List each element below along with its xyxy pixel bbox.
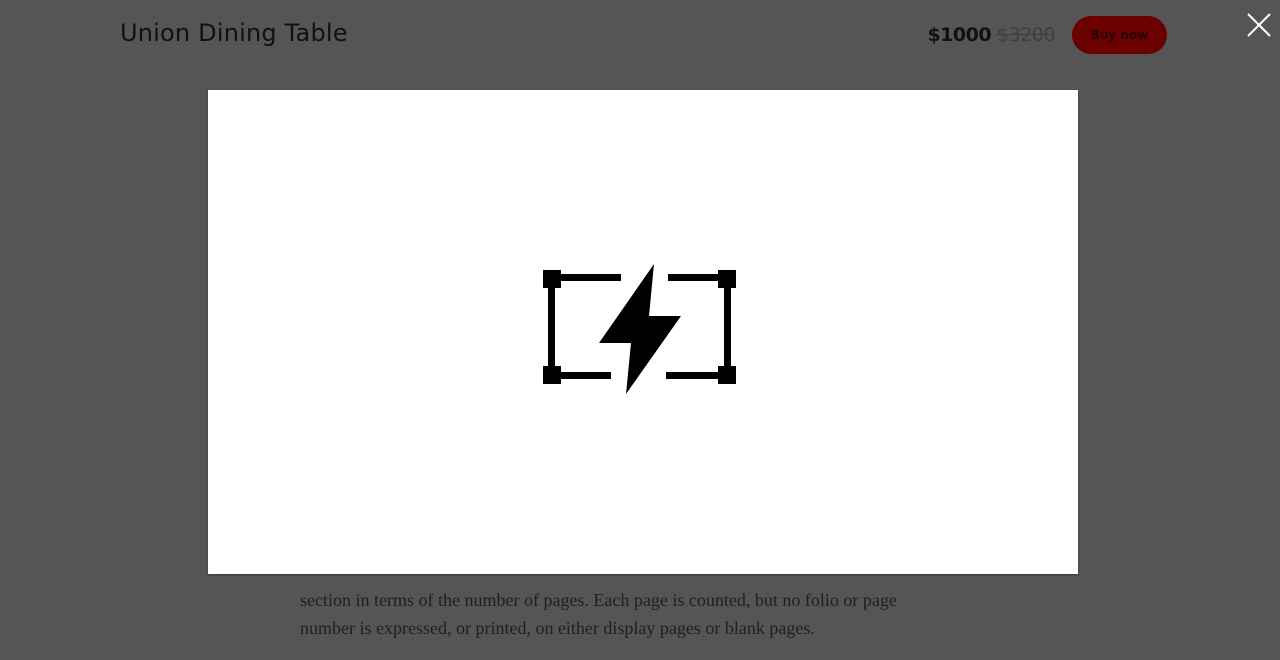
article-line: number is expressed, or printed, on eith… xyxy=(300,618,815,638)
background-article: section in terms of the number of pages.… xyxy=(300,586,1000,642)
product-header: Union Dining Table $1000 $3200 Buy now xyxy=(0,0,1280,70)
buy-now-button[interactable]: Buy now xyxy=(1072,16,1167,54)
close-button[interactable] xyxy=(1242,8,1276,42)
product-title: Union Dining Table xyxy=(120,19,348,47)
close-icon xyxy=(1247,13,1271,37)
current-price: $1000 xyxy=(927,24,992,46)
lightning-bolt-frame-icon xyxy=(543,264,736,394)
original-price: $3200 xyxy=(997,24,1055,46)
media-modal xyxy=(208,90,1078,574)
article-line: section in terms of the number of pages.… xyxy=(300,590,897,610)
price-group: $1000 $3200 xyxy=(927,24,1055,46)
